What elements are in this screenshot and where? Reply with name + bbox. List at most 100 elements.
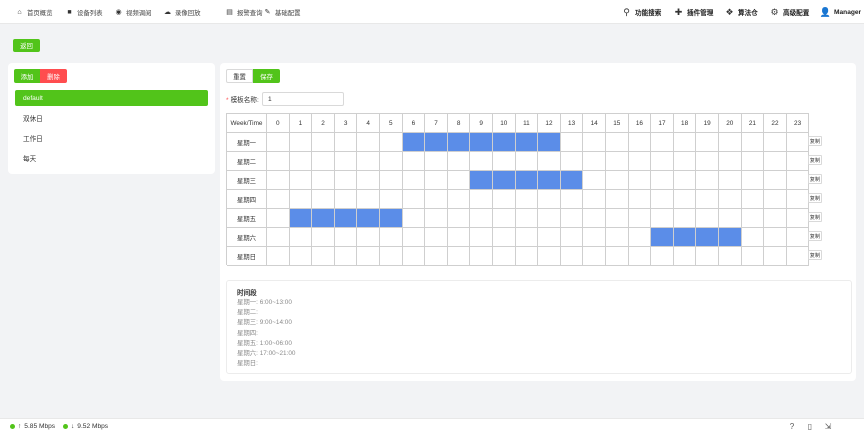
schedule-slot[interactable] (696, 209, 719, 228)
schedule-slot[interactable] (289, 247, 313, 266)
schedule-slot[interactable] (470, 228, 493, 247)
schedule-slot[interactable] (425, 228, 448, 247)
schedule-slot[interactable] (267, 247, 290, 266)
schedule-slot[interactable] (493, 152, 516, 171)
schedule-slot[interactable] (334, 228, 358, 247)
schedule-slot[interactable] (628, 133, 652, 152)
schedule-slot[interactable] (651, 247, 674, 266)
schedule-slot[interactable] (606, 152, 629, 171)
nav-right-item-3[interactable]: ⚙ 高级配置 (770, 0, 809, 24)
schedule-slot[interactable] (447, 228, 471, 247)
schedule-slot[interactable] (560, 152, 584, 171)
schedule-slot[interactable] (651, 152, 674, 171)
schedule-slot[interactable] (628, 247, 652, 266)
schedule-slot[interactable] (538, 247, 561, 266)
copy-row-button[interactable]: 复制 (808, 174, 822, 184)
schedule-slot[interactable] (673, 152, 697, 171)
schedule-slot[interactable] (493, 133, 516, 152)
schedule-slot[interactable] (312, 152, 335, 171)
schedule-slot[interactable] (267, 209, 290, 228)
schedule-slot[interactable] (470, 133, 493, 152)
schedule-slot[interactable] (673, 247, 697, 266)
schedule-slot[interactable] (538, 209, 561, 228)
schedule-slot[interactable] (357, 209, 380, 228)
schedule-slot[interactable] (493, 209, 516, 228)
schedule-slot[interactable] (651, 133, 674, 152)
schedule-slot[interactable] (470, 209, 493, 228)
schedule-slot[interactable] (606, 247, 629, 266)
schedule-slot[interactable] (741, 247, 765, 266)
schedule-slot[interactable] (741, 228, 765, 247)
schedule-slot[interactable] (719, 190, 742, 209)
schedule-slot[interactable] (402, 152, 426, 171)
schedule-slot[interactable] (628, 190, 652, 209)
schedule-slot[interactable] (357, 152, 380, 171)
reset-button[interactable]: 重置 (226, 69, 253, 83)
template-list-item[interactable]: 双休日 (15, 110, 208, 126)
schedule-slot[interactable] (357, 171, 380, 190)
nav-item-2[interactable]: ◉ 视频调阅 (115, 0, 151, 24)
schedule-slot[interactable] (402, 228, 426, 247)
schedule-slot[interactable] (312, 228, 335, 247)
schedule-slot[interactable] (560, 247, 584, 266)
nav-right-item-2[interactable]: ❖ 算法仓 (725, 0, 757, 24)
schedule-slot[interactable] (786, 190, 810, 209)
schedule-slot[interactable] (538, 171, 561, 190)
schedule-slot[interactable] (267, 152, 290, 171)
export-icon[interactable]: ⇲ (823, 421, 833, 431)
nav-item-4[interactable]: ▤ 报警查询 (226, 0, 262, 24)
save-button[interactable]: 保存 (253, 69, 280, 83)
back-button[interactable]: 返回 (13, 39, 40, 52)
schedule-slot[interactable] (447, 209, 471, 228)
schedule-slot[interactable] (402, 133, 426, 152)
schedule-slot[interactable] (538, 190, 561, 209)
schedule-slot[interactable] (741, 152, 765, 171)
schedule-slot[interactable] (380, 190, 403, 209)
schedule-slot[interactable] (538, 228, 561, 247)
schedule-slot[interactable] (334, 171, 358, 190)
schedule-slot[interactable] (289, 209, 313, 228)
schedule-slot[interactable] (425, 247, 448, 266)
schedule-slot[interactable] (560, 133, 584, 152)
schedule-slot[interactable] (583, 133, 606, 152)
schedule-slot[interactable] (741, 171, 765, 190)
template-list-item[interactable]: 工作日 (15, 130, 208, 146)
schedule-slot[interactable] (786, 171, 810, 190)
copy-row-button[interactable]: 复制 (808, 193, 822, 203)
nav-item-3[interactable]: ☁ 录像回放 (164, 0, 201, 24)
schedule-slot[interactable] (696, 171, 719, 190)
schedule-slot[interactable] (628, 152, 652, 171)
schedule-slot[interactable] (289, 152, 313, 171)
schedule-slot[interactable] (334, 152, 358, 171)
schedule-slot[interactable] (447, 133, 471, 152)
schedule-slot[interactable] (447, 247, 471, 266)
schedule-slot[interactable] (334, 247, 358, 266)
add-template-button[interactable]: 添加 (14, 69, 40, 83)
schedule-slot[interactable] (719, 171, 742, 190)
schedule-slot[interactable] (560, 209, 584, 228)
schedule-slot[interactable] (402, 171, 426, 190)
schedule-slot[interactable] (515, 171, 539, 190)
schedule-slot[interactable] (515, 133, 539, 152)
schedule-slot[interactable] (719, 228, 742, 247)
schedule-slot[interactable] (560, 228, 584, 247)
schedule-slot[interactable] (583, 171, 606, 190)
schedule-slot[interactable] (606, 133, 629, 152)
schedule-slot[interactable] (312, 190, 335, 209)
schedule-slot[interactable] (493, 171, 516, 190)
schedule-slot[interactable] (673, 171, 697, 190)
schedule-slot[interactable] (334, 190, 358, 209)
schedule-slot[interactable] (470, 190, 493, 209)
nav-right-item-0[interactable]: ⚲ 功能搜索 (622, 0, 661, 24)
schedule-slot[interactable] (312, 209, 335, 228)
schedule-slot[interactable] (786, 228, 810, 247)
schedule-slot[interactable] (764, 247, 787, 266)
schedule-slot[interactable] (673, 209, 697, 228)
schedule-slot[interactable] (741, 190, 765, 209)
schedule-slot[interactable] (515, 247, 539, 266)
copy-row-button[interactable]: 复制 (808, 250, 822, 260)
copy-row-button[interactable]: 复制 (808, 212, 822, 222)
schedule-slot[interactable] (447, 190, 471, 209)
copy-row-button[interactable]: 复制 (808, 136, 822, 146)
schedule-slot[interactable] (357, 190, 380, 209)
